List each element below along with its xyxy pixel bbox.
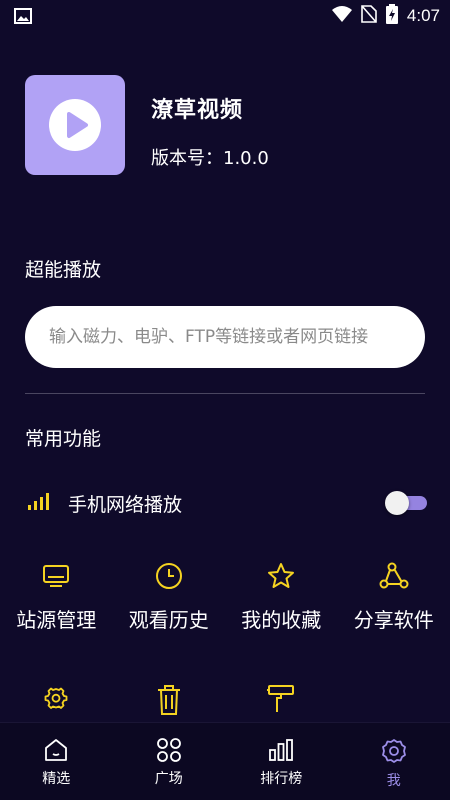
app-info: 潦草视频 版本号：1.0.0 xyxy=(25,75,269,175)
status-bar: 4:07 xyxy=(0,0,450,32)
clock-icon xyxy=(155,563,182,589)
app-logo xyxy=(25,75,125,175)
mobile-network-label: 手机网络播放 xyxy=(68,493,183,516)
bottom-navigation: 精选 广场 排行榜 我 xyxy=(0,722,450,800)
feature-label: 站源管理 xyxy=(16,608,97,632)
share-icon xyxy=(379,562,409,589)
feature-watch-history[interactable]: 观看历史 xyxy=(113,562,226,633)
section-title-play: 超能播放 xyxy=(25,259,102,281)
app-name: 潦草视频 xyxy=(151,98,244,123)
nav-label: 广场 xyxy=(154,771,183,787)
toggle-thumb xyxy=(385,491,409,515)
nav-featured[interactable]: 精选 xyxy=(0,723,113,800)
feature-clear-cache[interactable] xyxy=(113,684,226,716)
clock-time: 4:07 xyxy=(406,6,440,25)
gallery-notification-icon xyxy=(14,8,32,24)
feature-row-1: 站源管理 观看历史 我的收藏 分享软件 xyxy=(0,562,450,633)
gear-icon xyxy=(44,687,68,709)
feature-row-2 xyxy=(0,684,450,716)
wifi-icon xyxy=(331,6,352,26)
nav-me[interactable]: 我 xyxy=(338,723,450,800)
nav-label: 我 xyxy=(386,773,401,789)
section-title-common: 常用功能 xyxy=(25,428,102,450)
mobile-network-toggle[interactable] xyxy=(385,490,427,516)
feature-favorites[interactable]: 我的收藏 xyxy=(225,562,338,633)
link-input-box[interactable] xyxy=(25,306,425,368)
feature-theme[interactable] xyxy=(225,684,338,716)
nav-label: 排行榜 xyxy=(260,771,303,787)
feature-label: 分享软件 xyxy=(353,608,434,632)
gear-icon xyxy=(381,739,406,763)
paint-roller-icon xyxy=(267,685,295,712)
app-version: 版本号：1.0.0 xyxy=(151,148,269,169)
star-icon xyxy=(268,563,295,588)
home-icon xyxy=(45,739,68,761)
bar-chart-icon xyxy=(269,739,294,761)
nav-square[interactable]: 广场 xyxy=(113,723,226,800)
feature-label: 我的收藏 xyxy=(241,608,322,632)
feature-settings[interactable] xyxy=(0,684,113,716)
feature-source-management[interactable]: 站源管理 xyxy=(0,562,113,633)
play-icon xyxy=(49,99,101,151)
trash-icon xyxy=(157,685,180,715)
feature-share-app[interactable]: 分享软件 xyxy=(338,562,450,633)
no-sim-icon xyxy=(361,5,377,27)
nav-label: 精选 xyxy=(42,771,71,787)
link-input[interactable] xyxy=(49,327,419,347)
signal-icon xyxy=(27,490,51,516)
battery-charging-icon xyxy=(385,4,398,28)
divider xyxy=(25,393,425,394)
grid-icon xyxy=(156,738,181,762)
monitor-icon xyxy=(43,565,70,587)
nav-ranking[interactable]: 排行榜 xyxy=(225,723,338,800)
mobile-network-row: 手机网络播放 xyxy=(27,484,427,522)
feature-label: 观看历史 xyxy=(128,608,209,632)
